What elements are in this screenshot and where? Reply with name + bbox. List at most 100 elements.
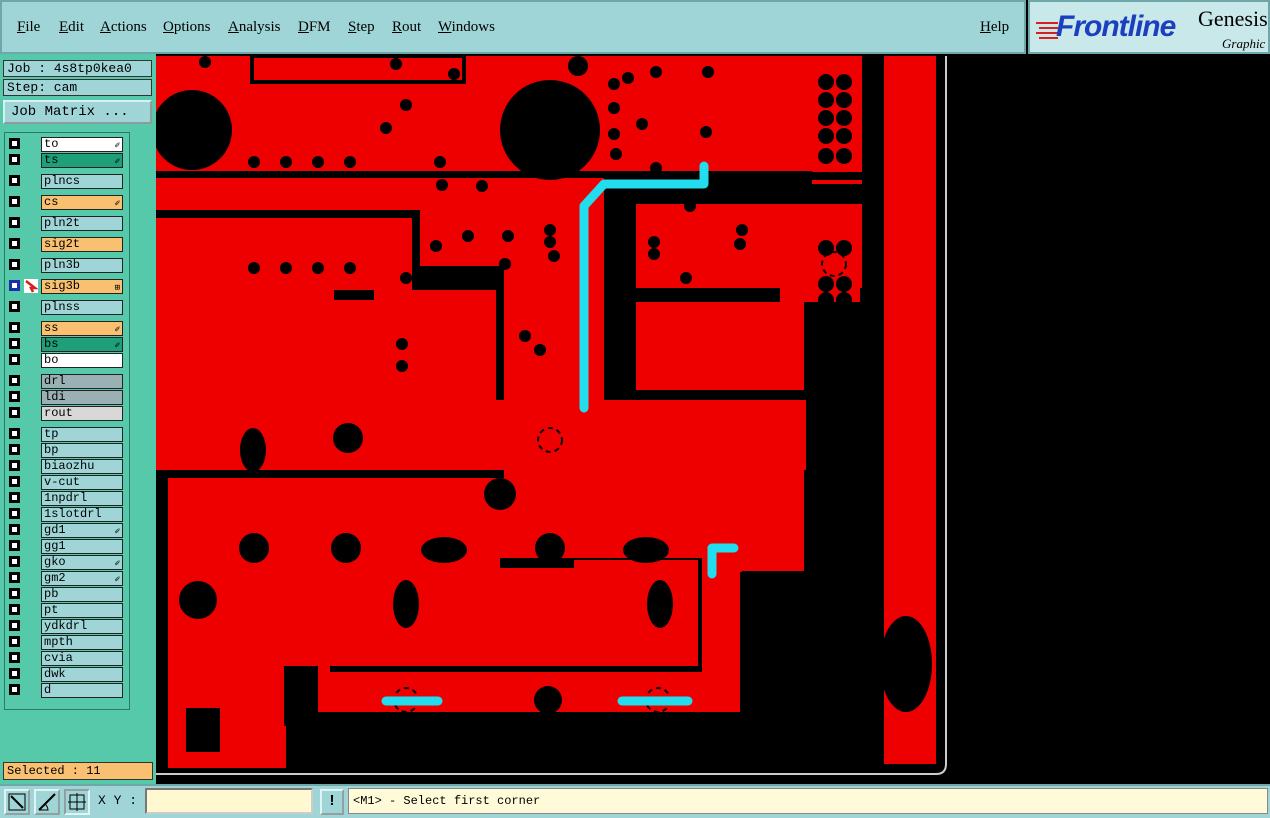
layer-name[interactable]: bo [41, 353, 123, 368]
layer-checkbox[interactable] [9, 460, 20, 471]
menu-file[interactable]: File [17, 19, 40, 36]
layer-checkbox[interactable] [9, 375, 20, 386]
layer-name[interactable]: gko ✐ [41, 555, 123, 570]
layer-row-1slotdrl[interactable]: 1slotdrl [9, 507, 127, 522]
layer-checkbox[interactable] [9, 391, 20, 402]
layer-name[interactable]: pln2t [41, 216, 123, 231]
layer-name[interactable]: ydkdrl [41, 619, 123, 634]
layer-name[interactable]: mpth [41, 635, 123, 650]
layer-row-plnss[interactable]: plnss [9, 300, 127, 315]
layer-row-tp[interactable]: tp [9, 427, 127, 442]
layer-row-v-cut[interactable]: v-cut [9, 475, 127, 490]
layer-row-ldi[interactable]: ldi [9, 390, 127, 405]
layer-row-bs[interactable]: bs ✐ [9, 337, 127, 352]
layer-checkbox[interactable] [9, 238, 20, 249]
layer-name[interactable]: d [41, 683, 123, 698]
menu-step[interactable]: Step [348, 19, 375, 36]
layer-row-pb[interactable]: pb [9, 587, 127, 602]
layer-name[interactable]: ss ✐ [41, 321, 123, 336]
layer-checkbox[interactable] [9, 354, 20, 365]
layer-name[interactable]: ts ✐ [41, 153, 123, 168]
layer-checkbox[interactable] [9, 322, 20, 333]
layer-checkbox[interactable] [9, 620, 20, 631]
layer-name[interactable]: dwk [41, 667, 123, 682]
layer-checkbox[interactable] [9, 175, 20, 186]
grid-snap-icon[interactable] [64, 789, 90, 815]
menu-edit[interactable]: Edit [59, 19, 84, 36]
layer-row-d[interactable]: d [9, 683, 127, 698]
layer-checkbox[interactable] [9, 196, 20, 207]
menu-windows[interactable]: Windows [438, 19, 495, 36]
layer-name[interactable]: to ✐ [41, 137, 123, 152]
layer-row-gd1[interactable]: gd1 ✐ [9, 523, 127, 538]
layer-checkbox[interactable] [9, 301, 20, 312]
layer-name[interactable]: pln3b [41, 258, 123, 273]
layer-row-ts[interactable]: ts ✐ [9, 153, 127, 168]
layer-checkbox[interactable] [9, 684, 20, 695]
layer-checkbox[interactable] [9, 407, 20, 418]
layer-checkbox[interactable] [9, 217, 20, 228]
layer-row-to[interactable]: to ✐ [9, 137, 127, 152]
layer-name[interactable]: gd1 ✐ [41, 523, 123, 538]
layer-name[interactable]: bp [41, 443, 123, 458]
layer-checkbox[interactable] [9, 428, 20, 439]
menu-options[interactable]: Options [163, 19, 211, 36]
xy-input[interactable] [145, 788, 313, 814]
layer-checkbox[interactable] [9, 444, 20, 455]
layer-name[interactable]: 1slotdrl [41, 507, 123, 522]
layer-checkbox[interactable] [9, 556, 20, 567]
layer-checkbox[interactable] [9, 492, 20, 503]
layer-name[interactable]: pt [41, 603, 123, 618]
layer-row-gg1[interactable]: gg1 [9, 539, 127, 554]
layer-row-biaozhu[interactable]: biaozhu [9, 459, 127, 474]
menu-dfm[interactable]: DFM [298, 19, 331, 36]
layer-checkbox[interactable] [9, 138, 20, 149]
graphic-canvas[interactable] [156, 54, 1270, 784]
layer-row-plncs[interactable]: plncs [9, 174, 127, 189]
layer-row-sig3b[interactable]: sig3b ⊞ [9, 279, 127, 294]
layer-checkbox[interactable] [9, 154, 20, 165]
layer-checkbox[interactable] [9, 636, 20, 647]
layer-name[interactable]: rout [41, 406, 123, 421]
layer-row-ss[interactable]: ss ✐ [9, 321, 127, 336]
layer-checkbox[interactable] [9, 572, 20, 583]
menu-help[interactable]: Help [980, 19, 1009, 36]
layer-row-cvia[interactable]: cvia [9, 651, 127, 666]
layer-row-1npdrl[interactable]: 1npdrl [9, 491, 127, 506]
layer-name[interactable]: tp [41, 427, 123, 442]
zoom-window-icon[interactable] [4, 789, 30, 815]
layer-name[interactable]: 1npdrl [41, 491, 123, 506]
layer-checkbox[interactable] [9, 588, 20, 599]
layer-row-ydkdrl[interactable]: ydkdrl [9, 619, 127, 634]
menu-analysis[interactable]: Analysis [228, 19, 281, 36]
layer-checkbox[interactable] [9, 508, 20, 519]
layer-name[interactable]: ldi [41, 390, 123, 405]
layer-row-gm2[interactable]: gm2 ✐ [9, 571, 127, 586]
layer-name[interactable]: biaozhu [41, 459, 123, 474]
layer-checkbox[interactable] [9, 259, 20, 270]
layer-name[interactable]: cs ✐ [41, 195, 123, 210]
layer-name[interactable]: sig3b ⊞ [41, 279, 123, 294]
layer-row-drl[interactable]: drl [9, 374, 127, 389]
layer-name[interactable]: gg1 [41, 539, 123, 554]
layer-row-pln2t[interactable]: pln2t [9, 216, 127, 231]
layer-name[interactable]: v-cut [41, 475, 123, 490]
layer-row-sig2t[interactable]: sig2t [9, 237, 127, 252]
message-button[interactable]: ! [320, 789, 344, 815]
layer-name[interactable]: gm2 ✐ [41, 571, 123, 586]
layer-row-rout[interactable]: rout [9, 406, 127, 421]
layer-name[interactable]: pb [41, 587, 123, 602]
layer-checkbox[interactable] [9, 338, 20, 349]
layer-checkbox[interactable] [9, 524, 20, 535]
layer-checkbox[interactable] [9, 668, 20, 679]
layer-name[interactable]: plncs [41, 174, 123, 189]
layer-row-pln3b[interactable]: pln3b [9, 258, 127, 273]
layer-name[interactable]: sig2t [41, 237, 123, 252]
menu-actions[interactable]: Actions [100, 19, 147, 36]
layer-row-cs[interactable]: cs ✐ [9, 195, 127, 210]
layer-checkbox[interactable] [9, 652, 20, 663]
layer-checkbox[interactable] [9, 540, 20, 551]
layer-checkbox[interactable] [9, 604, 20, 615]
layer-row-pt[interactable]: pt [9, 603, 127, 618]
layer-name[interactable]: drl [41, 374, 123, 389]
